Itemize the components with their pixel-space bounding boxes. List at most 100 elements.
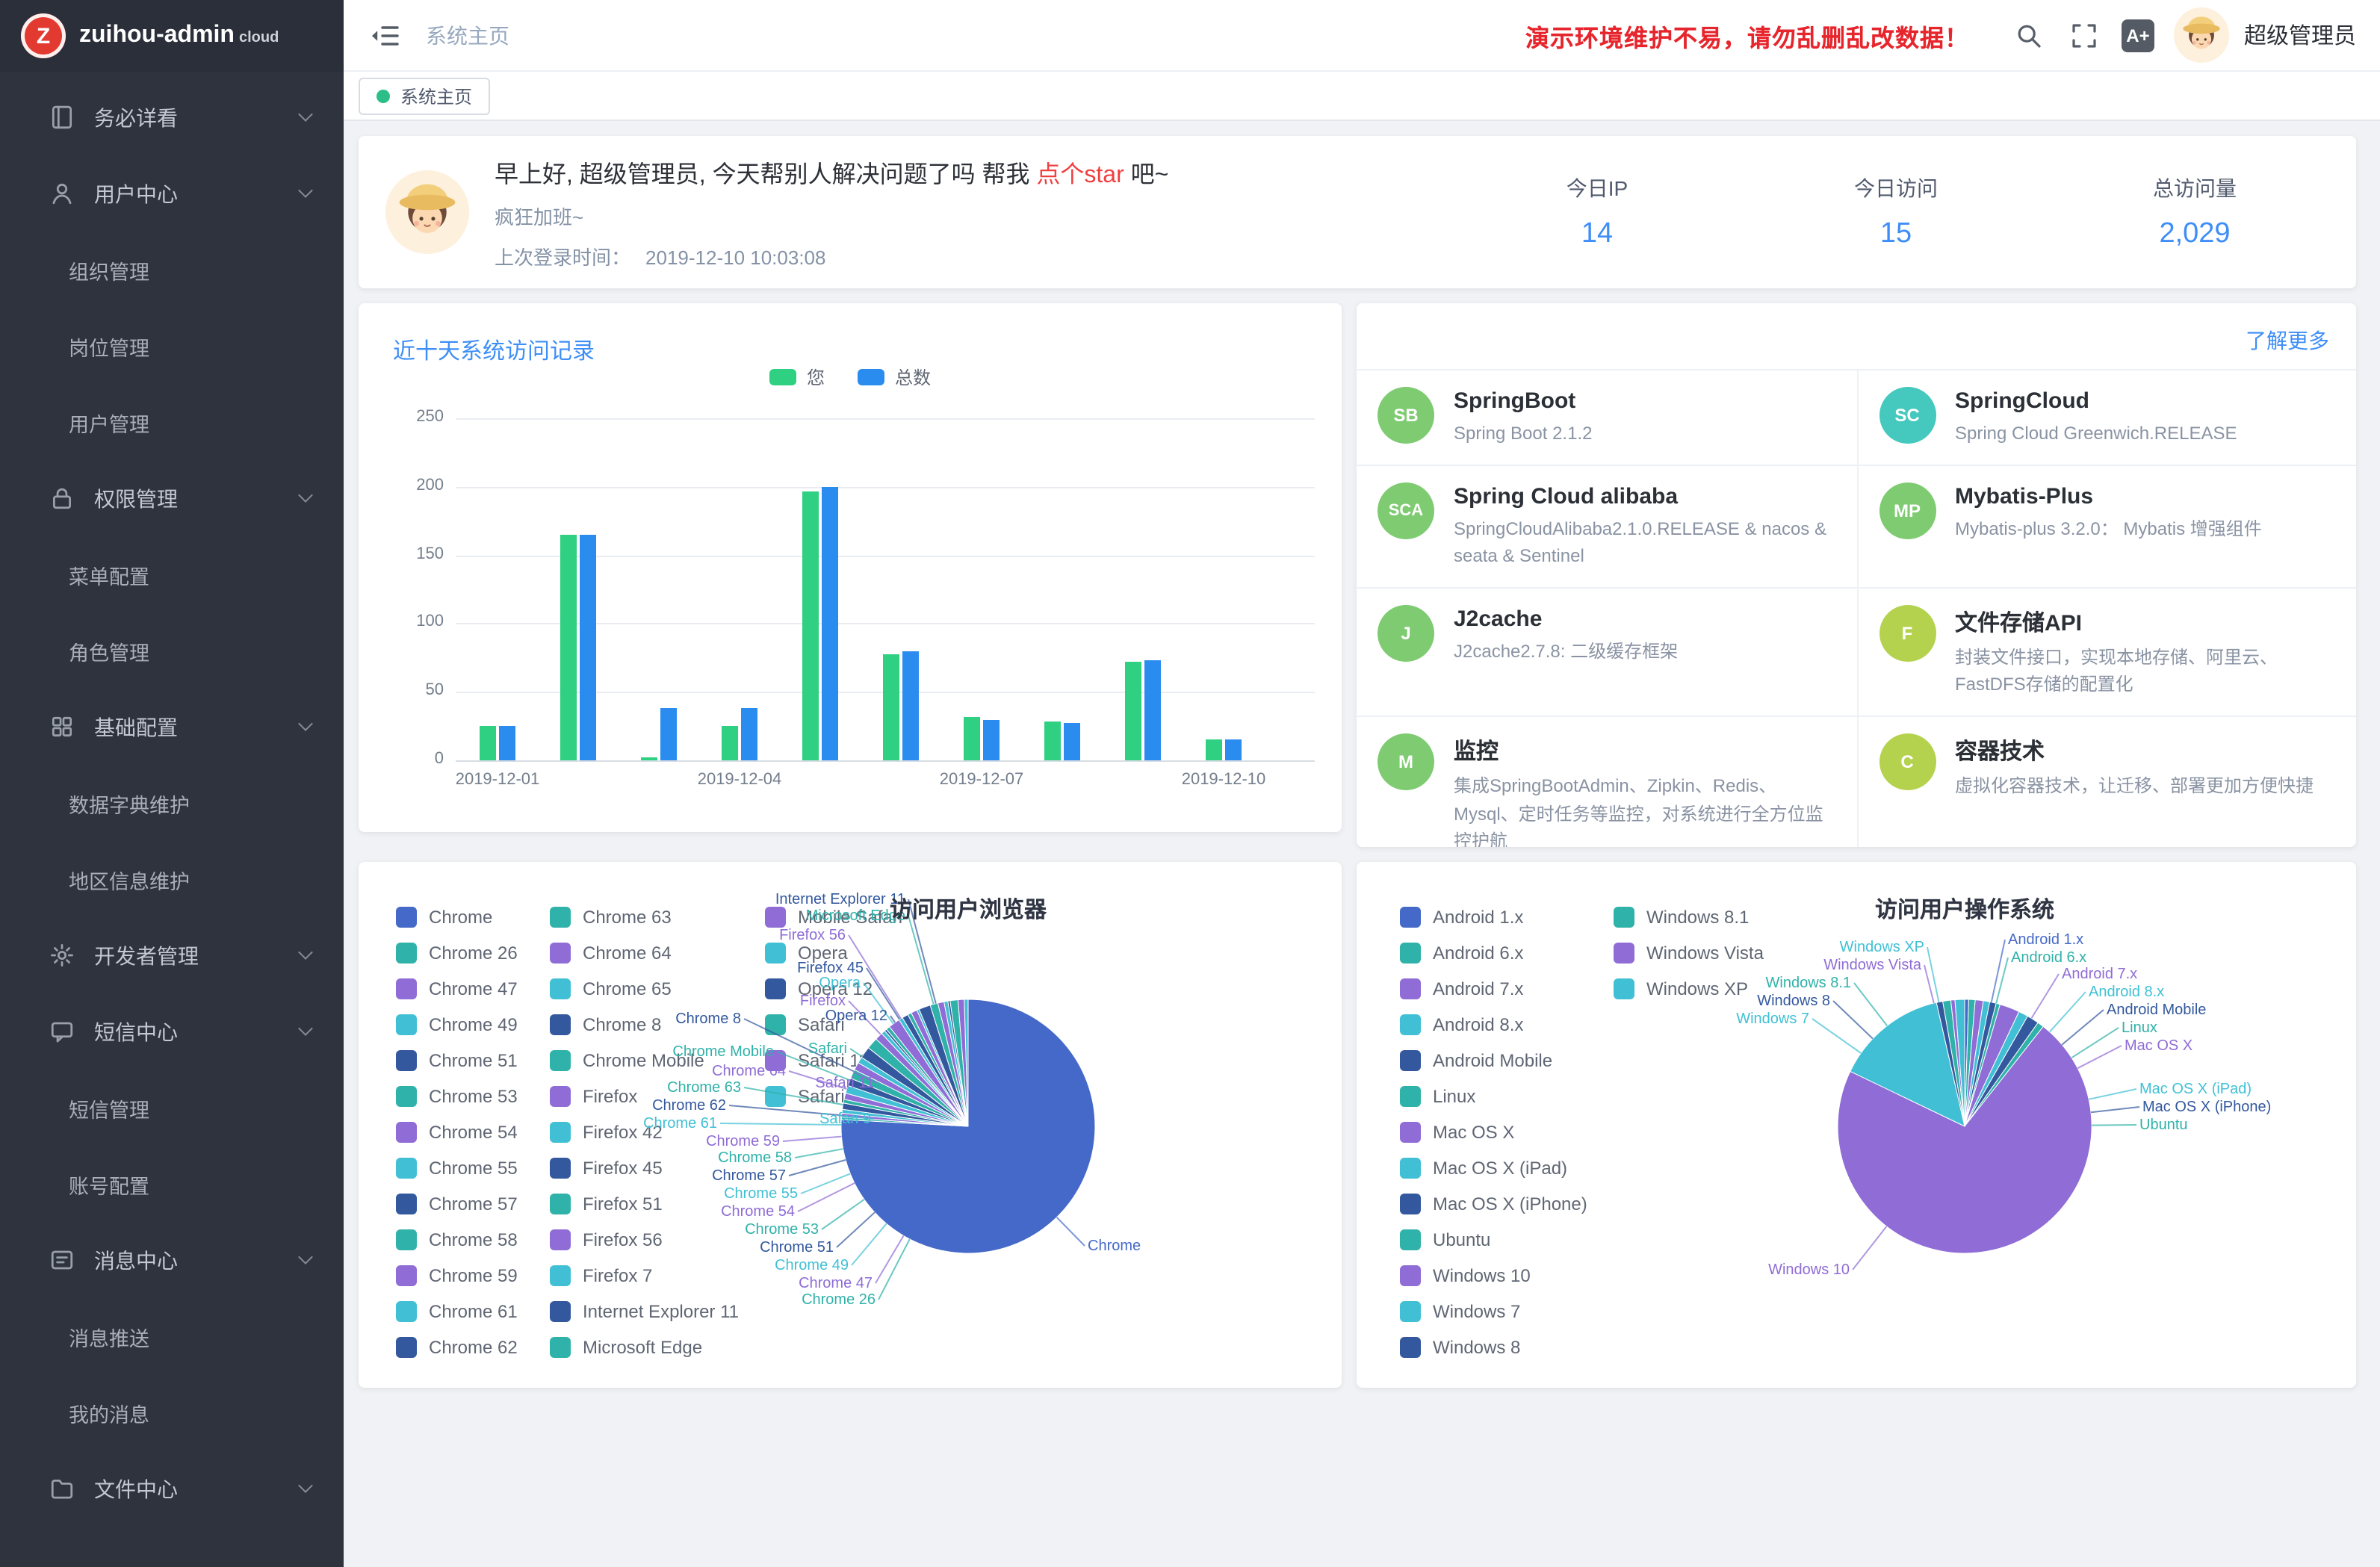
- username[interactable]: 超级管理员: [2244, 19, 2356, 51]
- legend-item[interactable]: Chrome 57: [396, 1186, 518, 1222]
- x-axis-label: 2019-12-07: [940, 771, 1024, 789]
- legend-item[interactable]: Chrome 62: [396, 1329, 518, 1365]
- legend-item[interactable]: Windows 8: [1400, 1329, 1587, 1365]
- legend-item[interactable]: Firefox 7: [550, 1258, 739, 1294]
- tab-bar: 系统主页: [344, 72, 2380, 121]
- legend-item[interactable]: Internet Explorer 11: [550, 1294, 739, 1329]
- legend-item[interactable]: Chrome 59: [396, 1258, 518, 1294]
- legend-item[interactable]: Chrome 55: [396, 1150, 518, 1186]
- legend-item[interactable]: Android 8.x: [1400, 1007, 1587, 1043]
- legend-item[interactable]: 总数: [858, 364, 931, 390]
- legend-item[interactable]: Chrome 26: [396, 935, 518, 971]
- bar: [660, 708, 677, 760]
- legend-item[interactable]: Mac OS X (iPad): [1400, 1150, 1587, 1186]
- collapse-menu-icon[interactable]: [371, 23, 399, 47]
- legend-item[interactable]: Android 1.x: [1400, 899, 1587, 935]
- legend-item[interactable]: Windows 10: [1400, 1258, 1587, 1294]
- legend-item[interactable]: Mac OS X: [1400, 1114, 1587, 1150]
- legend-item[interactable]: Android 6.x: [1400, 935, 1587, 971]
- sidebar-item[interactable]: 短信中心: [0, 993, 344, 1070]
- sidebar-item[interactable]: 消息中心: [0, 1222, 344, 1298]
- legend-item[interactable]: Chrome 8: [550, 1007, 739, 1043]
- legend-item[interactable]: Opera: [765, 935, 902, 971]
- sidebar-subitem[interactable]: 我的消息: [0, 1374, 344, 1450]
- sidebar-subitem[interactable]: 组织管理: [0, 232, 344, 308]
- legend-item[interactable]: Chrome 64: [550, 935, 739, 971]
- sidebar-subitem[interactable]: 账号配置: [0, 1146, 344, 1222]
- legend-label: Android 1.x: [1433, 907, 1523, 928]
- sidebar-subitem[interactable]: 地区信息维护: [0, 841, 344, 917]
- legend-swatch: [550, 1194, 571, 1214]
- legend-item[interactable]: Windows 8.1: [1614, 899, 1764, 935]
- legend-item[interactable]: Chrome 63: [550, 899, 739, 935]
- feature-item[interactable]: C容器技术虚拟化容器技术，让迁移、部署更加方便快捷: [1856, 716, 2356, 847]
- legend-item[interactable]: Chrome 65: [550, 971, 739, 1007]
- learn-more-link[interactable]: 了解更多: [2246, 326, 2329, 356]
- sidebar-item[interactable]: 权限管理: [0, 460, 344, 536]
- legend-item[interactable]: Chrome 58: [396, 1222, 518, 1258]
- legend-item[interactable]: Mobile Safari: [765, 899, 902, 935]
- legend-item[interactable]: 您: [769, 364, 825, 390]
- sidebar-subitem[interactable]: 消息推送: [0, 1298, 344, 1374]
- sidebar-subitem[interactable]: 角色管理: [0, 612, 344, 689]
- sidebar-item[interactable]: 开发者管理: [0, 917, 344, 993]
- legend-item[interactable]: Safari 11: [765, 1043, 902, 1079]
- feature-item[interactable]: MPMybatis-PlusMybatis-plus 3.2.0： Mybati…: [1856, 464, 2356, 586]
- search-icon[interactable]: [2011, 17, 2047, 53]
- feature-item[interactable]: SCSpringCloudSpring Cloud Greenwich.RELE…: [1856, 369, 2356, 464]
- sidebar-subitem[interactable]: 短信管理: [0, 1070, 344, 1146]
- legend-item[interactable]: Firefox 42: [550, 1114, 739, 1150]
- legend-item[interactable]: Android Mobile: [1400, 1043, 1587, 1079]
- legend-item[interactable]: Firefox: [550, 1079, 739, 1114]
- legend-item[interactable]: Chrome 47: [396, 971, 518, 1007]
- legend-item[interactable]: Microsoft Edge: [550, 1329, 739, 1365]
- legend-item[interactable]: Chrome: [396, 899, 518, 935]
- legend-item[interactable]: Safari: [765, 1007, 902, 1043]
- sidebar-subitem[interactable]: 菜单配置: [0, 536, 344, 612]
- legend-item[interactable]: Android 7.x: [1400, 971, 1587, 1007]
- feature-item[interactable]: M监控集成SpringBootAdmin、Zipkin、Redis、Mysql、…: [1357, 716, 1856, 847]
- legend-item[interactable]: Chrome 49: [396, 1007, 518, 1043]
- sidebar-item[interactable]: 基础配置: [0, 689, 344, 765]
- legend-item[interactable]: Firefox 51: [550, 1186, 739, 1222]
- legend-item[interactable]: Ubuntu: [1400, 1222, 1587, 1258]
- legend-item[interactable]: Chrome Mobile: [550, 1043, 739, 1079]
- legend-item[interactable]: Windows 7: [1400, 1294, 1587, 1329]
- y-axis-label: 50: [384, 681, 444, 699]
- legend-item[interactable]: Linux: [1400, 1079, 1587, 1114]
- legend-item[interactable]: Chrome 61: [396, 1294, 518, 1329]
- legend-item[interactable]: Firefox 45: [550, 1150, 739, 1186]
- browser-chart-card: 访问用户浏览器 ChromeChrome 26Chrome 47Chrome 4…: [359, 862, 1342, 1388]
- feature-item[interactable]: F文件存储API封装文件接口，实现本地存储、阿里云、FastDFS存储的配置化: [1856, 587, 2356, 716]
- sidebar-item[interactable]: 文件中心: [0, 1450, 344, 1527]
- tab-home[interactable]: 系统主页: [359, 77, 490, 114]
- legend-item[interactable]: Opera 12: [765, 971, 902, 1007]
- star-link[interactable]: 点个star: [1036, 163, 1124, 188]
- legend-item[interactable]: Windows XP: [1614, 971, 1764, 1007]
- legend-item[interactable]: Mac OS X (iPhone): [1400, 1186, 1587, 1222]
- feature-item[interactable]: SBSpringBootSpring Boot 2.1.2: [1357, 369, 1856, 464]
- feature-item[interactable]: JJ2cacheJ2cache2.7.8: 二级缓存框架: [1357, 587, 1856, 716]
- legend-swatch: [769, 369, 796, 385]
- legend-item[interactable]: Firefox 56: [550, 1222, 739, 1258]
- legend-label: Chrome: [429, 907, 492, 928]
- sidebar-subitem[interactable]: 数据字典维护: [0, 765, 344, 841]
- legend-item[interactable]: Chrome 51: [396, 1043, 518, 1079]
- legend-item[interactable]: Safari 9: [765, 1079, 902, 1114]
- feature-badge: MP: [1879, 482, 1936, 539]
- breadcrumb[interactable]: 系统主页: [426, 20, 509, 50]
- sidebar-item[interactable]: 务必详看: [0, 79, 344, 155]
- fullscreen-icon[interactable]: [2066, 17, 2102, 53]
- feature-item[interactable]: SCASpring Cloud alibabaSpringCloudAlibab…: [1357, 464, 1856, 586]
- sidebar-item[interactable]: 用户中心: [0, 155, 344, 232]
- legend-item[interactable]: Windows Vista: [1614, 935, 1764, 971]
- legend-item[interactable]: Chrome 54: [396, 1114, 518, 1150]
- font-size-icon[interactable]: A+: [2122, 19, 2154, 52]
- legend-item[interactable]: Chrome 53: [396, 1079, 518, 1114]
- sidebar-subitem[interactable]: 用户管理: [0, 384, 344, 460]
- app-logo[interactable]: Z zuihou-admincloud: [0, 0, 344, 72]
- user-avatar[interactable]: [2174, 7, 2229, 63]
- visits-bar-chart[interactable]: 0501001502002502019-12-012019-12-042019-…: [456, 418, 1315, 760]
- chevron-down-icon: [298, 1478, 313, 1493]
- sidebar-subitem[interactable]: 岗位管理: [0, 308, 344, 384]
